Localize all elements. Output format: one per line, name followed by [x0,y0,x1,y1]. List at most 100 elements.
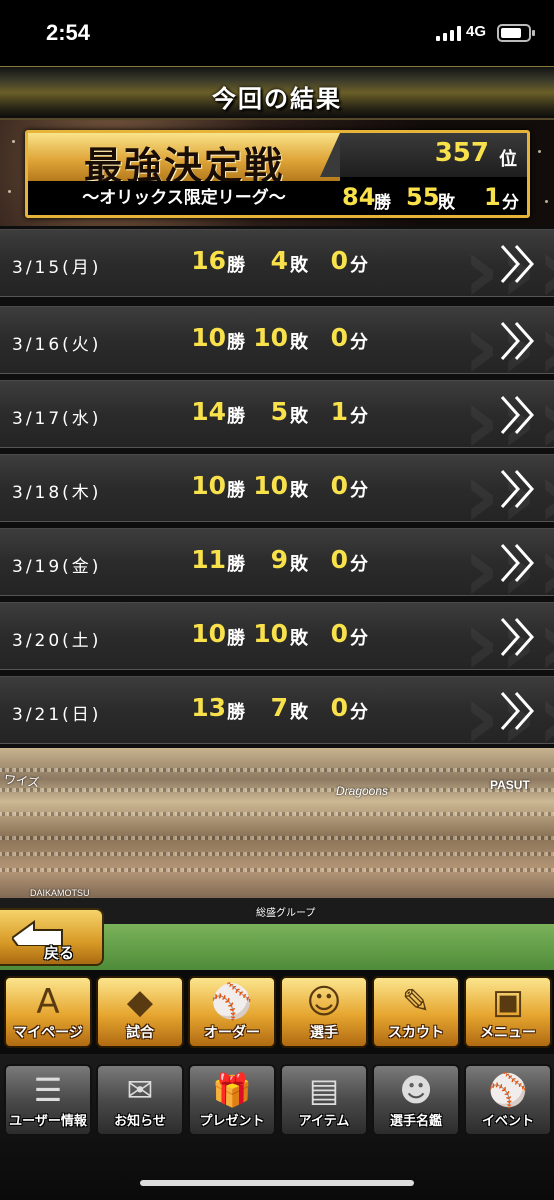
result-losses: 7 [270,693,288,722]
draw-unit: 分 [350,702,368,723]
result-losses: 10 [253,619,288,648]
result-row[interactable]: ›››3/15(月)16勝4敗0分 [0,229,554,297]
network-label: 4G [466,23,487,40]
total-losses-unit: 敗 [438,193,455,213]
nav-label: 試合 [126,1025,154,1041]
stadium-sign: ワイズ [3,772,41,790]
status-time: 2:54 [46,20,91,45]
result-draws: 0 [330,693,348,722]
nav-button[interactable]: ⚾ オーダー [188,976,276,1048]
win-unit: 勝 [227,406,245,427]
chevron-right-icon [500,470,535,508]
result-date: 3/18(木) [12,483,102,503]
back-button[interactable]: 戻る [0,908,104,966]
nav-button[interactable]: ☺ 選手 [280,976,368,1048]
nav-button[interactable]: ☻ 選手名鑑 [372,1064,460,1136]
nav-label: イベント [481,1114,534,1129]
total-draws-unit: 分 [502,193,519,213]
chevron-right-icon [500,618,535,656]
result-date: 3/17(水) [12,409,102,429]
nav-button[interactable]: ✉ お知らせ [96,1064,184,1136]
result-date: 3/20(土) [12,631,102,651]
loss-unit: 敗 [290,702,308,723]
chevron-right-icon [500,396,535,434]
result-row[interactable]: ›››3/20(土)10勝10敗0分 [0,602,554,670]
result-draws: 0 [330,471,348,500]
draw-unit: 分 [350,406,368,427]
nav-label: スカウト [388,1025,444,1041]
result-draws: 0 [330,323,348,352]
rank-box: 357 位 [320,133,527,177]
nav-icon: ▣ [491,982,525,1022]
draw-unit: 分 [350,628,368,649]
nav-label: 選手 [310,1025,338,1041]
home-indicator[interactable] [140,1180,414,1186]
total-draws: 1 [484,183,501,211]
win-unit: 勝 [227,628,245,649]
stadium-sign: 総盛グループ [256,908,316,919]
result-row[interactable]: ›››3/16(火)10勝10敗0分 [0,306,554,374]
result-wins: 13 [191,693,226,722]
nav-label: お知らせ [114,1114,166,1129]
win-unit: 勝 [227,702,245,723]
nav-button[interactable]: A マイページ [4,976,92,1048]
nav-button[interactable]: ☰ ユーザー情報 [4,1064,92,1136]
page-header: 今回の結果 [0,66,554,120]
result-draws: 0 [330,246,348,275]
result-wins: 10 [191,471,226,500]
result-date: 3/21(日) [12,705,102,725]
win-unit: 勝 [227,480,245,501]
result-losses: 10 [253,323,288,352]
page-title: 今回の結果 [212,85,342,113]
chevron-right-icon [500,692,535,730]
result-wins: 16 [191,246,226,275]
nav-icon: ☻ [399,1071,433,1109]
nav-button[interactable]: 🎁 プレゼント [188,1064,276,1136]
result-losses: 10 [253,471,288,500]
nav-button[interactable]: ◆ 試合 [96,976,184,1048]
nav-button[interactable]: ⚾ イベント [464,1064,552,1136]
nav-icon: ◆ [126,982,154,1022]
nav-button[interactable]: ▣ メニュー [464,976,552,1048]
loss-unit: 敗 [290,628,308,649]
nav-icon: ✎ [401,982,431,1022]
nav-icon: ☺ [306,982,342,1022]
loss-unit: 敗 [290,406,308,427]
league-name: 〜オリックス限定リーグ〜 [28,181,340,215]
draw-unit: 分 [350,554,368,575]
nav-icon: A [36,982,60,1022]
result-row[interactable]: ›››3/18(木)10勝10敗0分 [0,454,554,522]
stadium-sign: DAIKAMOTSU [30,888,90,898]
nav-icon: 🎁 [212,1071,252,1109]
total-wins: 84 [342,183,376,211]
result-date: 3/19(金) [12,557,102,577]
result-draws: 0 [330,619,348,648]
loss-unit: 敗 [290,554,308,575]
nav-button[interactable]: ✎ スカウト [372,976,460,1048]
chevron-right-icon [500,245,535,283]
nav-label: アイテム [298,1114,350,1129]
secondary-nav: ☰ ユーザー情報 ✉ お知らせ 🎁 プレゼント ▤ アイテム ☻ 選手名鑑 ⚾ イベント [0,1054,554,1200]
draw-unit: 分 [350,255,368,276]
nav-button[interactable]: ▤ アイテム [280,1064,368,1136]
result-wins: 14 [191,397,226,426]
nav-label: ユーザー情報 [9,1114,87,1129]
primary-nav: A マイページ ◆ 試合 ⚾ オーダー ☺ 選手 ✎ スカウト ▣ メニュー [0,970,554,1054]
result-losses: 4 [270,246,288,275]
draw-unit: 分 [350,332,368,353]
nav-label: メニュー [480,1025,536,1041]
win-unit: 勝 [227,554,245,575]
total-record: 84 勝 55 敗 1 分 [340,181,527,215]
result-row[interactable]: ›››3/19(金)11勝9敗0分 [0,528,554,596]
win-unit: 勝 [227,255,245,276]
draw-unit: 分 [350,480,368,501]
result-date: 3/16(火) [12,335,102,355]
result-draws: 1 [330,397,348,426]
nav-icon: ▤ [308,1071,340,1109]
loss-unit: 敗 [290,255,308,276]
event-title-plate: 最強決定戦 [28,133,340,188]
stadium-sign: PASUT [490,778,530,792]
result-row[interactable]: ›››3/17(水)14勝5敗1分 [0,380,554,448]
result-row[interactable]: ›››3/21(日)13勝7敗0分 [0,676,554,744]
nav-label: マイページ [13,1025,83,1041]
